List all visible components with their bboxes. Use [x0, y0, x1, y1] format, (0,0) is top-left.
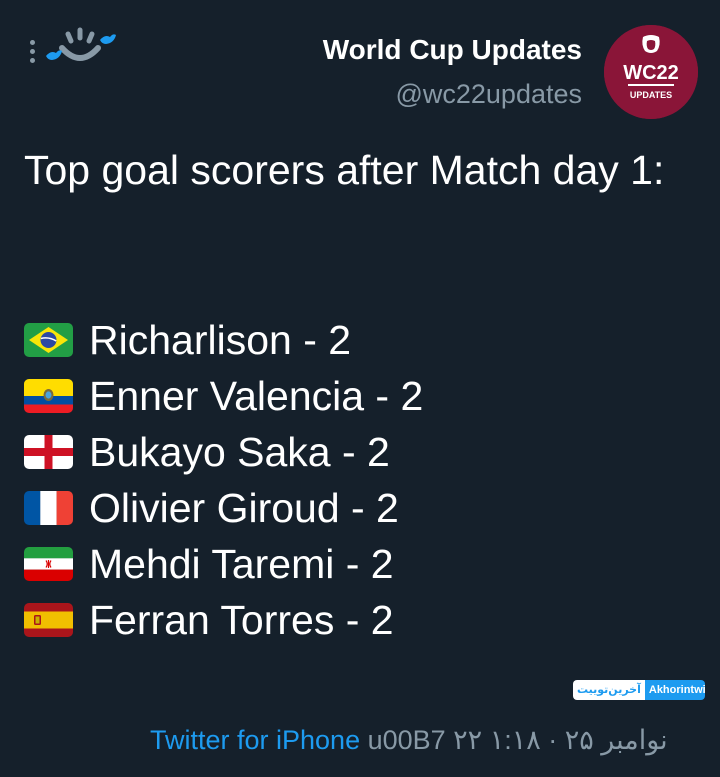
list-item: Bukayo Saka - 2: [24, 424, 423, 480]
wc22-logo-icon: WC22 UPDATES: [604, 25, 698, 119]
england-flag-icon: [24, 435, 73, 469]
tweet-footer: Twitter for iPhone u00B7 ۲۲ نوامبر ۲۵ · …: [150, 722, 668, 758]
tweet-text: Top goal scorers after Match day 1:: [24, 147, 665, 193]
spain-flag-icon: [24, 603, 73, 637]
france-flag-icon: [24, 491, 73, 525]
avatar-logo-subtext: UPDATES: [630, 90, 672, 100]
list-item: Olivier Giroud - 2: [24, 480, 423, 536]
tweet-source-link[interactable]: Twitter for iPhone: [150, 725, 360, 755]
list-item: Enner Valencia - 2: [24, 368, 423, 424]
scorer-text: Mehdi Taremi - 2: [89, 541, 394, 587]
author-handle[interactable]: @wc22updates: [323, 74, 582, 114]
list-item: Richarlison - 2: [24, 312, 423, 368]
scorer-text: Richarlison - 2: [89, 317, 352, 363]
avatar[interactable]: WC22 UPDATES: [604, 25, 698, 119]
scorer-list: Richarlison - 2 Enner Valencia - 2 Bukay…: [24, 312, 423, 648]
twitter-bot-icon: [46, 27, 116, 61]
tweet-author[interactable]: World Cup Updates @wc22updates: [323, 30, 582, 114]
scorer-text: Bukayo Saka - 2: [89, 429, 390, 475]
tweet-timestamp[interactable]: u00B7 ۲۲ نوامبر ۲۵ · ۱:۱۸: [360, 725, 668, 755]
scorer-text: Ferran Torres - 2: [89, 597, 394, 643]
scorer-text: Olivier Giroud - 2: [89, 485, 399, 531]
watermark-latin-text: Akhorintwit: [644, 680, 705, 700]
list-item: Ferran Torres - 2: [24, 592, 423, 648]
watermark-arabic-text: آخرین‌توییت: [573, 680, 645, 700]
watermark-logo: آخرین‌توییت Akhorintwit: [573, 680, 705, 700]
avatar-logo-text: WC22: [623, 62, 679, 84]
more-options-icon[interactable]: [30, 40, 36, 66]
ecuador-flag-icon: [24, 379, 73, 413]
iran-flag-icon: [24, 547, 73, 581]
list-item: Mehdi Taremi - 2: [24, 536, 423, 592]
scorer-text: Enner Valencia - 2: [89, 373, 424, 419]
brazil-flag-icon: [24, 323, 73, 357]
author-name[interactable]: World Cup Updates: [323, 30, 582, 70]
